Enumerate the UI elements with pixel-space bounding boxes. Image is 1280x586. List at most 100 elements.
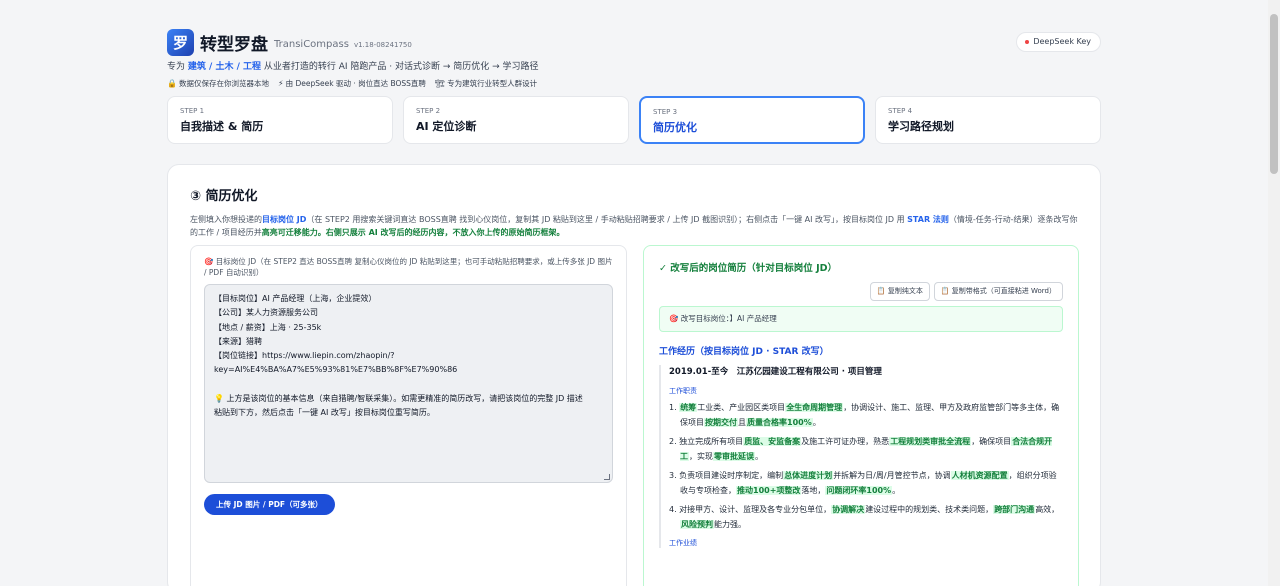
copy-formatted-label: 复制带格式（可直接粘进 Word） bbox=[951, 287, 1056, 295]
version-label: v1.18-08241750 bbox=[353, 41, 412, 49]
desc-highlight-star: STAR 法则 bbox=[907, 215, 949, 224]
tagline-highlight: 建筑 / 土木 / 工程 bbox=[187, 62, 261, 72]
scrollbar-thumb[interactable] bbox=[1270, 14, 1278, 174]
desc-part: （在 STEP2 用搜索关键词直达 BOSS直聘 找到心仪岗位，复制其 JD 粘… bbox=[306, 215, 905, 224]
building-icon: 🏗 bbox=[434, 79, 446, 88]
tab-step-1[interactable]: STEP 1 自我描述 & 简历 bbox=[167, 96, 393, 144]
duty-text: 3. 负责项目建设时序制定，编制 bbox=[669, 471, 784, 480]
jd-label-text: 目标岗位 JD（在 STEP2 直达 BOSS直聘 复制心仪岗位的 JD 粘贴到… bbox=[204, 257, 613, 277]
status-dot-icon bbox=[1025, 40, 1030, 44]
tab-step-2[interactable]: STEP 2 AI 定位诊断 bbox=[403, 96, 629, 144]
app-name: 转型罗盘 bbox=[200, 34, 268, 55]
duty-text: 能力强。 bbox=[714, 520, 746, 529]
step-tabs: STEP 1 自我描述 & 简历 STEP 2 AI 定位诊断 STEP 3 简历优化… bbox=[167, 96, 1101, 144]
resize-handle-icon[interactable] bbox=[604, 474, 610, 480]
jd-line: 【地点 / 薪资】上海 · 25-35k bbox=[214, 322, 322, 332]
duty-highlight: 全生命周期管理 bbox=[785, 403, 844, 412]
rewritten-title: ✓ 改写后的岗位简历（针对目标岗位 JD） bbox=[659, 263, 837, 274]
copy-actions: 📋 复制纯文本 📋 复制带格式（可直接粘进 Word） bbox=[659, 282, 1063, 301]
tab-step-3[interactable]: STEP 3 简历优化 bbox=[639, 96, 865, 144]
target-icon: 🎯 bbox=[204, 257, 214, 266]
duty-text: 及施工许可证办理，熟悉 bbox=[801, 437, 890, 446]
step-number: STEP 3 bbox=[653, 108, 678, 116]
jd-line: 粘贴到下方，然后点击「一键 AI 改写」按目标岗位重写简历。 bbox=[214, 408, 435, 418]
duty-highlight: 跨部门沟通 bbox=[993, 505, 1036, 514]
scrollbar[interactable] bbox=[1268, 0, 1280, 586]
copy-formatted-button[interactable]: 📋 复制带格式（可直接粘进 Word） bbox=[933, 282, 1063, 301]
badge-deepseek: ⚡ 由 DeepSeek 驱动 · 岗位直达 BOSS直聘 bbox=[278, 78, 426, 89]
duty-text: 高效， bbox=[1035, 505, 1060, 514]
step-number: STEP 1 bbox=[180, 107, 205, 115]
desc-highlight-transferable: 高亮可迁移能力。右侧只展示 AI 改写后的经历内容，不放入你上传的原始简历框架。 bbox=[261, 228, 565, 237]
page: 罗 转型罗盘 TransiCompass v1.18-08241750 Deep… bbox=[167, 26, 1101, 586]
duty-text: 建设过程中的规划类、技术类问题， bbox=[865, 505, 994, 514]
badge-deepseek-text: 由 DeepSeek 驱动 · 岗位直达 BOSS直聘 bbox=[285, 79, 426, 88]
work-experience-body: 2019.01-至今 江苏亿园建设工程有限公司 · 项目管理 工作职责 1. 统… bbox=[659, 365, 1063, 548]
duty-item: 1. 统筹工业类、产业园区类项目全生命周期管理，协调设计、施工、监理、甲方及政府… bbox=[669, 400, 1063, 430]
tab-step-4[interactable]: STEP 4 学习路径规划 bbox=[875, 96, 1101, 144]
deepseek-key-button[interactable]: DeepSeek Key bbox=[1016, 32, 1101, 52]
duty-highlight: 协调解决 bbox=[831, 505, 866, 514]
step-title: 自我描述 & 简历 bbox=[180, 120, 264, 133]
badge-local: 🔒 数据仅保存在你浏览器本地 bbox=[167, 78, 269, 89]
tagline: 专为 建筑 / 土木 / 工程 从业者打造的转行 AI 陪跑产品 · 对话式诊断… bbox=[167, 59, 1101, 72]
step-title: 学习路径规划 bbox=[888, 120, 954, 133]
deepseek-key-label: DeepSeek Key bbox=[1033, 37, 1091, 46]
duty-text: 。 bbox=[892, 486, 901, 495]
jd-line: 【来源】猎聘 bbox=[214, 336, 262, 346]
duty-highlight: 人材机资源配置 bbox=[950, 471, 1009, 480]
duty-highlight: 问题闭环率100% bbox=[825, 486, 893, 495]
duty-text: 工业类、产业园区类项目 bbox=[697, 403, 786, 412]
duty-text: 落地， bbox=[801, 486, 826, 495]
badge-local-text: 数据仅保存在你浏览器本地 bbox=[178, 79, 269, 88]
jd-input-panel: 🎯 目标岗位 JD（在 STEP2 直达 BOSS直聘 复制心仪岗位的 JD 粘… bbox=[190, 245, 627, 586]
step-number: STEP 2 bbox=[416, 107, 441, 115]
rewritten-resume-panel: ✓ 改写后的岗位简历（针对目标岗位 JD） 📋 复制纯文本 📋 复制带格式（可直… bbox=[643, 245, 1079, 586]
step-number: STEP 4 bbox=[888, 107, 913, 115]
duty-text: 并拆解为日/周/月管控节点，协调 bbox=[833, 471, 951, 480]
duty-highlight: 总体进度计划 bbox=[783, 471, 834, 480]
bolt-icon: ⚡ bbox=[277, 79, 284, 88]
duty-item: 2. 独立完成所有项目质监、安监备案及施工许可证办理，熟悉工程规划类审批全流程 ，… bbox=[669, 434, 1063, 464]
step-title: 简历优化 bbox=[653, 121, 697, 134]
duty-highlight: 统筹 bbox=[679, 403, 698, 412]
step-title: AI 定位诊断 bbox=[416, 120, 477, 133]
section-description: 左侧填入你想投递的目标岗位 JD（在 STEP2 用搜索关键词直达 BOSS直聘… bbox=[190, 213, 1080, 239]
jd-blank-line bbox=[214, 378, 603, 392]
jd-line: 【目标岗位】AI 产品经理（上海，企业提效） bbox=[214, 294, 377, 303]
duty-item: 4. 对接甲方、设计、监理及各专业分包单位，协调解决建设过程中的规划类、技术类问… bbox=[669, 502, 1063, 532]
resume-optimize-card: ③ 简历优化 左侧填入你想投递的目标岗位 JD（在 STEP2 用搜索关键词直达… bbox=[167, 164, 1101, 586]
jd-line: key=AI%E4%BA%A7%E5%93%81%E7%BB%8F%E7%90%… bbox=[214, 365, 458, 375]
duty-text: 2. 独立完成所有项目 bbox=[669, 437, 744, 446]
jd-line: 【公司】某人力资源服务公司 bbox=[214, 308, 318, 318]
copy-plain-button[interactable]: 📋 复制纯文本 bbox=[869, 282, 930, 301]
work-experience-title: 工作经历（按目标岗位 JD · STAR 改写） bbox=[659, 347, 829, 357]
duty-highlight: 零审批延误 bbox=[713, 452, 755, 461]
app-name-en: TransiCompass bbox=[274, 38, 349, 50]
tagline-suffix: 从业者打造的转行 AI 陪跑产品 · 对话式诊断 → 简历优化 → 学习路径 bbox=[263, 62, 539, 72]
badge-industry-text: 专为建筑行业转型人群设计 bbox=[447, 79, 538, 88]
duty-highlight: 按期交付 bbox=[704, 418, 738, 427]
achievements-label: 工作业绩 bbox=[669, 539, 697, 547]
duty-text: ，实现 bbox=[689, 452, 713, 461]
feature-badges: 🔒 数据仅保存在你浏览器本地 ⚡ 由 DeepSeek 驱动 · 岗位直达 BOSS… bbox=[167, 78, 1101, 89]
desc-highlight-jd: 目标岗位 JD bbox=[262, 215, 307, 224]
duty-highlight: 质监、安监备案 bbox=[743, 437, 802, 446]
duty-highlight: 风险预判 bbox=[680, 520, 714, 529]
duty-highlight: 质量合格率100% bbox=[746, 418, 813, 427]
lock-icon: 🔒 bbox=[167, 79, 177, 88]
duty-text: 。 bbox=[755, 452, 763, 461]
tagline-prefix: 专为 bbox=[167, 62, 186, 72]
copy-plain-label: 复制纯文本 bbox=[887, 287, 923, 295]
duty-text: 。 bbox=[812, 418, 821, 427]
duty-text: 且 bbox=[738, 418, 746, 427]
duties-label: 工作职责 bbox=[669, 387, 697, 395]
duty-highlight: 工程规划类审批全流程 bbox=[889, 437, 972, 446]
jd-textarea[interactable]: 【目标岗位】AI 产品经理（上海，企业提效） 【公司】某人力资源服务公司 【地点… bbox=[204, 284, 613, 483]
target-position-box: 🎯 改写目标岗位：】AI 产品经理 bbox=[659, 306, 1063, 332]
jd-line: 【岗位链接】https://www.liepin.com/zhaopin/? bbox=[214, 351, 395, 361]
upload-jd-button[interactable]: 上传 JD 图片 / PDF（可多张） bbox=[204, 494, 335, 515]
experience-header: 2019.01-至今 江苏亿园建设工程有限公司 · 项目管理 bbox=[669, 367, 882, 377]
brand-header: 罗 转型罗盘 TransiCompass v1.18-08241750 Deep… bbox=[167, 26, 1101, 58]
badge-industry: 🏗 专为建筑行业转型人群设计 bbox=[435, 78, 537, 89]
